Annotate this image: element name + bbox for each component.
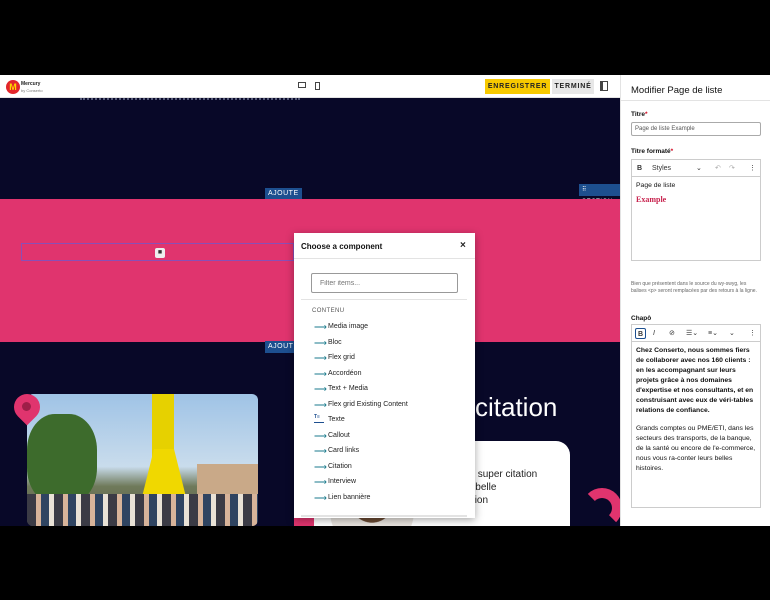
chapo-toolbar: B I ⊘ ☰⌄ ≡⌄ ⌄ ⋮ — [631, 324, 761, 342]
faint-header-text — [80, 98, 300, 102]
arrow-right-icon: ⟶ — [314, 399, 327, 410]
done-button[interactable]: TERMINÉ — [552, 79, 594, 94]
component-item-citation[interactable]: ⟶ Citation — [314, 461, 464, 477]
component-label: Flex grid — [328, 354, 355, 361]
arrow-right-icon: ⟶ — [314, 430, 327, 441]
editor-line: Page de liste — [636, 182, 676, 189]
numbered-list-icon[interactable]: ≡⌄ — [708, 328, 718, 339]
category-label: CONTENU — [312, 308, 345, 314]
undo-icon[interactable]: ↶ — [715, 163, 721, 174]
styles-dropdown[interactable]: Styles — [652, 163, 671, 174]
modal-scrollbar[interactable] — [301, 515, 467, 517]
component-label: Lien bannière — [328, 493, 371, 501]
component-item-card-links[interactable]: ⟶ Card links — [314, 445, 464, 461]
logo-icon[interactable]: M — [6, 80, 20, 94]
component-label: Flex grid Existing Content — [328, 400, 408, 408]
mobile-preview-icon[interactable] — [315, 82, 320, 90]
bold-icon[interactable]: B — [635, 328, 646, 339]
citation-heading: citation — [475, 392, 558, 422]
arrow-right-icon: ⟶ — [314, 461, 327, 472]
bullet-list-icon[interactable]: ☰⌄ — [686, 328, 698, 339]
chapo-label: Chapô — [631, 315, 652, 322]
logo-name: Mercury — [21, 81, 41, 87]
edit-panel: Modifier Page de liste Titre* Page de li… — [620, 75, 770, 526]
crowd — [27, 494, 258, 526]
titre-label: Titre* — [631, 111, 648, 118]
arrow-right-icon: ⟶ — [314, 446, 327, 456]
divider — [301, 299, 467, 300]
component-label: Interview — [328, 478, 357, 485]
more-options-icon[interactable]: ⋮ — [749, 163, 756, 174]
save-button[interactable]: ENREGISTRER — [485, 79, 550, 94]
help-text: Bien que présentent dans le source du wy… — [631, 281, 757, 294]
component-label: Bloc — [328, 338, 342, 346]
close-icon[interactable]: × — [460, 240, 466, 251]
component-list: ⟶ Media image ⟶ Bloc ⟶ Flex grid ⟶ Accordéon… — [314, 321, 464, 507]
top-toolbar: M Mercury by Conserto ENREGISTRER TERMIN… — [0, 75, 620, 98]
panel-toggle-icon[interactable] — [600, 81, 608, 91]
divider — [294, 258, 475, 259]
component-item-interview[interactable]: ⟶ Interview — [314, 476, 464, 492]
component-item-lien-banniere[interactable]: ⟶ Lien bannière — [314, 492, 464, 508]
section-tag[interactable]: ⠿ SECTION — [579, 184, 620, 205]
modal-title: Choose a component — [301, 242, 383, 251]
component-item-accordeon[interactable]: ⟶ Accordéon — [314, 368, 464, 384]
pink-arc-decoration — [582, 488, 620, 526]
arrow-right-icon: ⟶ — [314, 368, 327, 379]
map-pin-dot — [22, 402, 31, 411]
filter-input[interactable] — [311, 273, 458, 293]
chapo-editor[interactable]: Chez Conserto, nous sommes fiers de coll… — [631, 342, 761, 508]
divider — [621, 100, 770, 101]
titre-input[interactable]: Page de liste Example — [631, 122, 761, 136]
component-item-flex-grid[interactable]: ⟶ Flex grid — [314, 352, 464, 368]
more-options-icon[interactable]: ⋮ — [749, 328, 756, 339]
tree — [27, 414, 97, 504]
component-item-media-image[interactable]: ⟶ Media image — [314, 321, 464, 337]
logo-subtitle: by Conserto — [21, 88, 43, 93]
component-label: Card links — [328, 447, 360, 454]
component-label: Accordéon — [328, 369, 362, 377]
editor-frame: M Mercury by Conserto ENREGISTRER TERMIN… — [0, 75, 770, 526]
team-photo — [27, 394, 258, 526]
component-item-callout[interactable]: ⟶ Callout — [314, 430, 464, 446]
component-item-texte[interactable]: T≡ Texte — [314, 414, 464, 430]
arrow-right-icon: ⟶ — [314, 353, 327, 363]
titre-formate-editor[interactable]: Page de liste Example — [631, 177, 761, 261]
component-label: Media image — [328, 323, 369, 330]
arrow-right-icon: ⟶ — [314, 384, 327, 394]
wysiwyg-toolbar: B Styles ⌄ ↶ ↷ ⋮ — [631, 159, 761, 177]
chevron-down-icon[interactable]: ⌄ — [696, 163, 702, 174]
chapo-normal-text: Grands comptes ou PME/ETI, dans les sect… — [636, 425, 756, 472]
arrow-right-icon: ⟶ — [314, 492, 327, 503]
more-dropdown-icon[interactable]: ⌄ — [729, 328, 735, 339]
component-label: Citation — [328, 462, 352, 470]
component-item-text-media[interactable]: ⟶ Text + Media — [314, 383, 464, 399]
component-label: Callout — [328, 431, 350, 439]
bold-icon[interactable]: B — [637, 163, 642, 174]
link-icon[interactable]: ⊘ — [669, 328, 675, 339]
arrow-right-icon: ⟶ — [314, 477, 327, 487]
titre-formate-label: Titre formaté* — [631, 148, 674, 155]
italic-icon[interactable]: I — [653, 328, 655, 339]
component-label: Text + Media — [328, 385, 368, 392]
component-item-flex-grid-existing[interactable]: ⟶ Flex grid Existing Content — [314, 399, 464, 415]
desktop-preview-icon[interactable] — [298, 82, 306, 88]
redo-icon[interactable]: ↷ — [729, 163, 735, 174]
chapo-bold-text: Chez Conserto, nous sommes fiers de coll… — [636, 347, 754, 414]
arrow-right-icon: ⟶ — [314, 322, 327, 332]
component-item-bloc[interactable]: ⟶ Bloc — [314, 337, 464, 353]
arrow-right-icon: ⟶ — [314, 337, 327, 348]
text-block-icon: T≡ — [314, 415, 324, 423]
lock-icon[interactable]: ■ — [155, 248, 165, 258]
editor-line-styled: Example — [636, 195, 667, 204]
component-label: Texte — [328, 416, 345, 423]
component-chooser-modal: Choose a component × CONTENU ⟶Media imag… — [294, 233, 475, 518]
panel-title: Modifier Page de liste — [631, 85, 723, 96]
